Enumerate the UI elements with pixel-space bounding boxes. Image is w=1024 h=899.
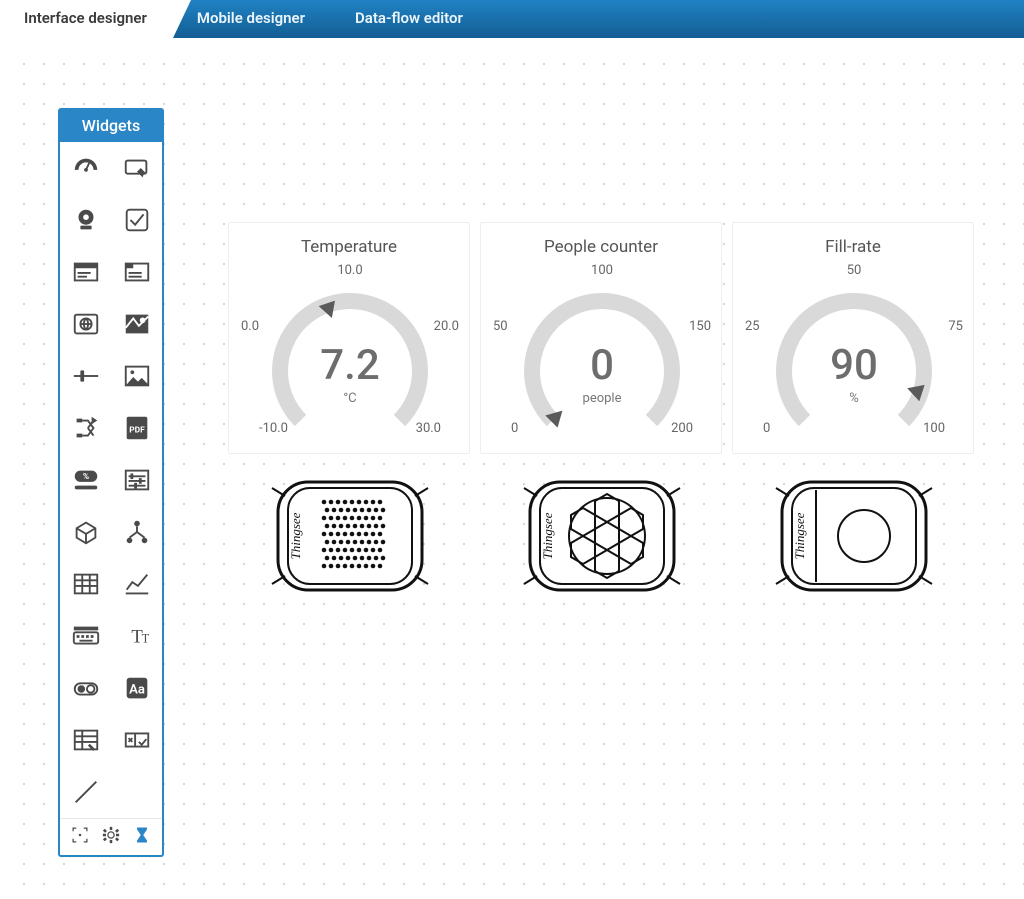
- tab-interface-designer[interactable]: Interface designer: [0, 0, 173, 38]
- gauge-tick-min: -10.0: [259, 421, 288, 436]
- tab-mobile-designer[interactable]: Mobile designer: [173, 0, 331, 38]
- device-thingsee-air[interactable]: Thingsee: [260, 476, 440, 596]
- empty-cell: [111, 766, 162, 818]
- web-page-icon[interactable]: [60, 298, 111, 350]
- gauge-tick-left: 50: [493, 319, 508, 334]
- line-icon[interactable]: [60, 766, 111, 818]
- form-table-icon[interactable]: [60, 714, 111, 766]
- settings-gear-icon[interactable]: [101, 825, 121, 849]
- gauge-tick-top: 10.0: [229, 263, 471, 278]
- tab-dataflow-editor[interactable]: Data-flow editor: [331, 0, 489, 38]
- gauge-tick-top: 50: [733, 263, 975, 278]
- gauge-tick-top: 100: [481, 263, 723, 278]
- data-flow-icon[interactable]: [60, 402, 111, 454]
- slider-icon[interactable]: [60, 350, 111, 402]
- gauge-tick-min: 0: [763, 421, 770, 436]
- gauge-unit: people: [481, 391, 723, 406]
- gauge-value: 7.2: [229, 341, 471, 390]
- editor-tabs: Interface designer Mobile designer Data-…: [0, 0, 1024, 38]
- gauge-tick-right: 75: [948, 319, 963, 334]
- percent-icon[interactable]: %: [60, 454, 111, 506]
- widgets-palette-title: Widgets: [60, 110, 162, 142]
- table-icon[interactable]: [60, 558, 111, 610]
- map-icon[interactable]: [111, 298, 162, 350]
- svg-text:T: T: [141, 632, 149, 646]
- gauge-tick-max: 100: [923, 421, 945, 436]
- svg-text:Thingsee: Thingsee: [288, 512, 303, 559]
- gauge-card-people[interactable]: People counter 0people100501500200: [480, 222, 722, 454]
- focus-icon[interactable]: [70, 825, 90, 849]
- chart-icon[interactable]: [111, 558, 162, 610]
- tree-icon[interactable]: [111, 506, 162, 558]
- gauge-tick-right: 150: [689, 319, 711, 334]
- gauge-unit: °C: [229, 391, 471, 406]
- gauge-icon[interactable]: [60, 142, 111, 194]
- gauge-tick-max: 30.0: [416, 421, 441, 436]
- hourglass-icon[interactable]: [132, 825, 152, 849]
- text-area-icon[interactable]: [111, 246, 162, 298]
- gauge-tick-left: 25: [745, 319, 760, 334]
- svg-text:%: %: [82, 472, 88, 482]
- gauge-title: Temperature: [229, 223, 469, 261]
- widgets-palette: Widgets PDF% TT Aa: [58, 108, 164, 857]
- keyboard-icon[interactable]: [60, 610, 111, 662]
- svg-text:PDF: PDF: [129, 426, 145, 436]
- checkbox-icon[interactable]: [111, 194, 162, 246]
- gauge-tick-right: 20.0: [434, 319, 459, 334]
- gauge-unit: %: [733, 391, 975, 406]
- toggle-icon[interactable]: [60, 662, 111, 714]
- webcam-icon[interactable]: [60, 194, 111, 246]
- gauge-title: People counter: [481, 223, 721, 261]
- font-box-icon[interactable]: Aa: [111, 662, 162, 714]
- pdf-icon[interactable]: PDF: [111, 402, 162, 454]
- cube-icon[interactable]: [60, 506, 111, 558]
- gauge-tick-left: 0.0: [241, 319, 259, 334]
- button-icon[interactable]: [111, 142, 162, 194]
- gauge-title: Fill-rate: [733, 223, 973, 261]
- text-label-icon[interactable]: TT: [111, 610, 162, 662]
- sliders-panel-icon[interactable]: [111, 454, 162, 506]
- device-thingsee-presence[interactable]: Thingsee: [512, 476, 692, 596]
- gauge-tick-max: 200: [671, 421, 693, 436]
- text-display-icon[interactable]: [60, 246, 111, 298]
- gauge-value: 0: [481, 341, 723, 390]
- gauge-card-fillrate[interactable]: Fill-rate 90% 50 25 75 0 100: [732, 222, 974, 454]
- gauge-tick-min: 0: [511, 421, 518, 436]
- svg-text:Thingsee: Thingsee: [540, 512, 555, 559]
- gauge-value: 90: [733, 341, 975, 390]
- svg-text:Aa: Aa: [129, 683, 145, 698]
- svg-text:Thingsee: Thingsee: [792, 512, 807, 559]
- gauge-card-temperature[interactable]: Temperature 7.2°C 10.0 0.0 20.0 -10.0 30.0: [228, 222, 470, 454]
- form-row-icon[interactable]: [111, 714, 162, 766]
- device-thingsee-distance[interactable]: Thingsee: [764, 476, 944, 596]
- image-icon[interactable]: [111, 350, 162, 402]
